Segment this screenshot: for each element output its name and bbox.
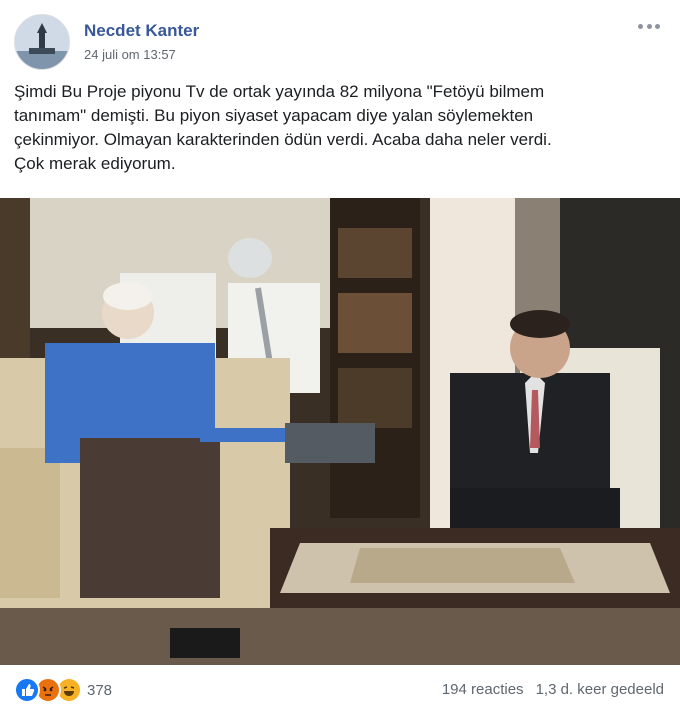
post-text: Şimdi Bu Proje piyonu Tv de ortak yayınd… [14, 82, 552, 173]
avatar[interactable] [14, 14, 70, 70]
post-footer: 378 194 reacties 1,3 d. keer gedeeld [0, 667, 680, 723]
like-icon [14, 677, 40, 703]
comments-count[interactable]: 194 reacties [442, 681, 524, 698]
post-timestamp[interactable]: 24 juli om 13:57 [84, 47, 176, 62]
author-name[interactable]: Necdet Kanter [84, 21, 199, 41]
avatar-image [15, 15, 69, 69]
post-header: Necdet Kanter 24 juli om 13:57 [14, 14, 666, 70]
post-stats: 194 reacties 1,3 d. keer gedeeld [442, 681, 664, 698]
post-photo[interactable] [0, 198, 680, 665]
more-options-icon[interactable] [638, 18, 660, 34]
reactions-summary[interactable]: 378 [14, 677, 113, 703]
photo-illustration [0, 198, 680, 665]
shares-count[interactable]: 1,3 d. keer gedeeld [536, 681, 664, 698]
reaction-count: 378 [87, 681, 113, 699]
